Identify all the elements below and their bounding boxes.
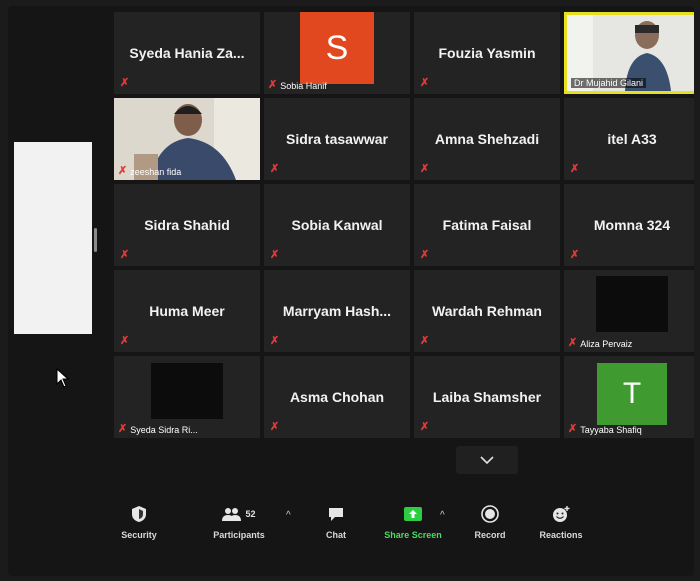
participant-label-text: Tayyaba Shafiq [580, 424, 642, 435]
participant-tile[interactable]: T ✗ Tayyaba Shafiq [564, 356, 694, 438]
mic-muted-icon: ✗ [420, 163, 430, 175]
participant-tile[interactable]: Fatima Faisal ✗ [414, 184, 560, 266]
mic-muted-icon: ✗ [270, 249, 280, 261]
chat-label: Chat [326, 530, 346, 540]
mic-muted-icon: ✗ [120, 335, 130, 347]
participant-tile[interactable]: Syeda Hania Za... ✗ [114, 12, 260, 94]
participant-tile[interactable]: ✗ zeeshan fida [114, 98, 260, 180]
people-icon [222, 508, 242, 521]
shield-icon [132, 506, 146, 522]
participant-name: Sidra tasawwar [286, 131, 388, 147]
mic-muted-icon: ✗ [570, 249, 580, 261]
mic-muted-icon: ✗ [118, 165, 128, 177]
participant-name: Momna 324 [593, 217, 671, 233]
participant-label-text: zeeshan fida [130, 166, 182, 177]
share-screen-label: Share Screen [384, 530, 442, 540]
mic-muted-icon: ✗ [268, 79, 278, 91]
participant-tile[interactable]: S ✗ Sobia Hanif [264, 12, 410, 94]
participant-name: Fatima Faisal [442, 217, 532, 233]
chevron-down-icon [480, 456, 494, 464]
participant-label-text: Aliza Pervaiz [580, 338, 633, 349]
participant-name: Wardah Rehman [432, 303, 542, 319]
emoji-add-icon [553, 506, 570, 522]
participant-tile[interactable]: Huma Meer ✗ [114, 270, 260, 352]
participants-options-caret-icon[interactable]: ^ [286, 510, 291, 521]
shared-content-panel [14, 142, 92, 334]
participant-label-text: Syeda Sidra Ri... [130, 424, 198, 435]
meeting-controls-toolbar: Security 52 Participants ^ Chat Share Sc… [114, 502, 594, 558]
participant-tile[interactable]: Fouzia Yasmin ✗ [414, 12, 560, 94]
mic-muted-icon: ✗ [420, 421, 430, 433]
participant-name: itel A33 [607, 131, 657, 147]
participant-name: Asma Chohan [289, 389, 385, 405]
participant-label: ✗ Tayyaba Shafiq [568, 424, 642, 435]
reactions-button[interactable]: Reactions [534, 502, 588, 540]
participant-label-text: Sobia Hanif [280, 80, 327, 91]
mic-muted-icon: ✗ [120, 249, 130, 261]
participant-tile[interactable]: Momna 324 ✗ [564, 184, 694, 266]
panel-splitter-handle[interactable] [94, 228, 97, 252]
participant-tile[interactable]: ✗ Aliza Pervaiz [564, 270, 694, 352]
participant-name: Amna Shehzadi [434, 131, 540, 147]
mic-muted-icon: ✗ [420, 335, 430, 347]
participants-button[interactable]: 52 Participants [206, 502, 272, 540]
mic-muted-icon: ✗ [570, 163, 580, 175]
participant-tile[interactable]: Sobia Kanwal ✗ [264, 184, 410, 266]
record-button[interactable]: Record [466, 502, 514, 540]
mic-muted-icon: ✗ [270, 163, 280, 175]
chat-bubble-icon [329, 508, 343, 521]
participant-video-off [596, 276, 668, 332]
mic-muted-icon: ✗ [118, 423, 128, 435]
mic-muted-icon: ✗ [568, 423, 578, 435]
participant-tile[interactable]: ✗ Syeda Sidra Ri... [114, 356, 260, 438]
participant-name: Fouzia Yasmin [438, 45, 536, 61]
participant-avatar: T [597, 363, 667, 425]
participant-label: ✗ zeeshan fida [118, 166, 181, 177]
mic-muted-icon: ✗ [270, 335, 280, 347]
share-screen-button[interactable]: Share Screen [378, 502, 448, 540]
participant-tile[interactable]: Sidra tasawwar ✗ [264, 98, 410, 180]
mic-muted-icon: ✗ [420, 249, 430, 261]
gallery-next-page-button[interactable] [456, 446, 518, 474]
participant-tile[interactable]: Sidra Shahid ✗ [114, 184, 260, 266]
participant-tile[interactable]: Laiba Shamsher ✗ [414, 356, 560, 438]
mic-muted-icon: ✗ [568, 337, 578, 349]
participant-label: ✗ Sobia Hanif [268, 80, 327, 91]
mouse-cursor-icon [56, 368, 70, 388]
participant-label-text: Dr Mujahid Gilani [571, 78, 647, 88]
participant-tile[interactable]: Amna Shehzadi ✗ [414, 98, 560, 180]
participant-tile[interactable]: Wardah Rehman ✗ [414, 270, 560, 352]
zoom-meeting-window: Syeda Hania Za... ✗ S ✗ Sobia Hanif Fouz… [8, 6, 694, 576]
share-screen-icon [404, 507, 422, 521]
record-label: Record [474, 530, 506, 540]
participants-count: 52 [245, 509, 256, 519]
participant-avatar: S [300, 12, 374, 84]
participant-name: Laiba Shamsher [432, 389, 542, 405]
participant-name: Huma Meer [149, 303, 225, 319]
participant-name: Sidra Shahid [144, 217, 230, 233]
participant-tile[interactable]: Marryam Hash... ✗ [264, 270, 410, 352]
gallery-view-grid: Syeda Hania Za... ✗ S ✗ Sobia Hanif Fouz… [114, 12, 694, 438]
participant-video-off [151, 363, 223, 419]
participant-tile[interactable]: itel A33 ✗ [564, 98, 694, 180]
security-button[interactable]: Security [114, 502, 164, 540]
participant-name: Syeda Hania Za... [129, 45, 245, 61]
mic-muted-icon: ✗ [270, 421, 280, 433]
share-options-caret-icon[interactable]: ^ [440, 510, 445, 521]
security-label: Security [121, 530, 157, 540]
participant-tile-active-speaker[interactable]: Dr Mujahid Gilani [564, 12, 694, 94]
mic-muted-icon: ✗ [420, 77, 430, 89]
participant-label: ✗ Syeda Sidra Ri... [118, 424, 198, 435]
mic-muted-icon: ✗ [120, 77, 130, 89]
participant-name: Marryam Hash... [282, 303, 392, 319]
participant-name: Sobia Kanwal [291, 217, 383, 233]
participant-tile[interactable]: Asma Chohan ✗ [264, 356, 410, 438]
record-icon [481, 505, 499, 523]
participant-label: ✗ Aliza Pervaiz [568, 338, 632, 349]
chat-button[interactable]: Chat [314, 502, 358, 540]
participants-label: Participants [213, 530, 265, 540]
reactions-label: Reactions [539, 530, 583, 540]
